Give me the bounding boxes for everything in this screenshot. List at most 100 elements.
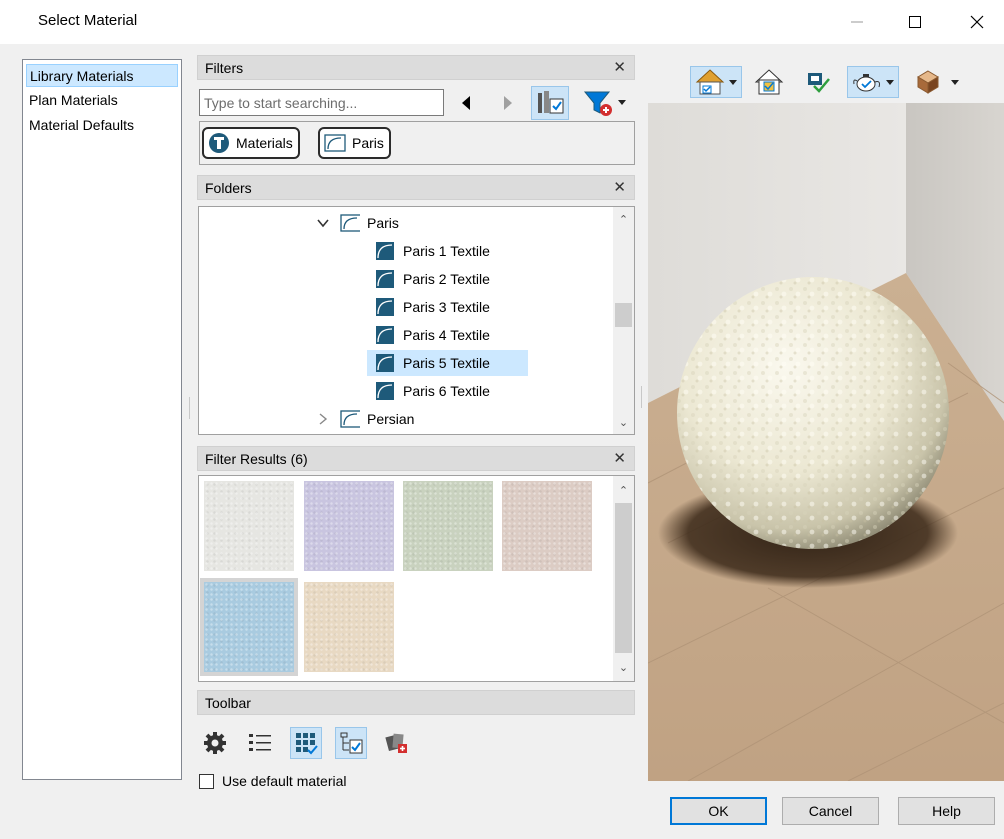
filters-header: Filters ✕	[197, 55, 635, 80]
scroll-up-icon[interactable]: ⌃	[613, 481, 634, 499]
tree-item-paris-1-textile[interactable]: Paris 1 Textile	[373, 238, 493, 264]
catalog-icon	[209, 133, 229, 153]
cancel-button[interactable]: Cancel	[782, 797, 879, 825]
tree-item-paris-3-textile[interactable]: Paris 3 Textile	[373, 294, 493, 320]
filters-title: Filters	[205, 60, 244, 76]
left-item-library-materials[interactable]: Library Materials	[26, 64, 178, 87]
tree-item-paris[interactable]: Paris	[316, 210, 399, 236]
tree-item-label: Paris 2 Textile	[403, 271, 490, 287]
preview-shape-dropdown[interactable]	[912, 66, 964, 98]
close-window-button[interactable]	[954, 0, 1000, 44]
tree-view-icon	[340, 732, 363, 754]
ok-button[interactable]: OK	[670, 797, 767, 825]
material-swatch-paris-5[interactable]	[204, 582, 294, 672]
material-icon	[376, 242, 394, 260]
filter-chip-paris[interactable]: Paris	[318, 127, 391, 159]
tree-item-paris-5-textile[interactable]: Paris 5 Textile	[367, 350, 528, 376]
scroll-down-icon[interactable]: ⌄	[613, 658, 634, 676]
arrow-right-icon	[504, 96, 512, 110]
tree-item-paris-6-textile[interactable]: Paris 6 Textile	[373, 378, 493, 404]
filter-results-title: Filter Results (6)	[205, 451, 308, 467]
material-source-list[interactable]: Library Materials Plan Materials Materia…	[22, 59, 182, 780]
material-icon	[376, 354, 394, 372]
scroll-up-icon[interactable]: ⌃	[613, 210, 634, 228]
tree-item-label: Paris 1 Textile	[403, 243, 490, 259]
window-title: Select Material	[38, 12, 138, 29]
use-default-material-label: Use default material	[222, 773, 347, 789]
add-material-button[interactable]	[381, 727, 413, 759]
scroll-down-icon[interactable]: ⌄	[613, 413, 634, 431]
thumbnail-view-button[interactable]	[290, 727, 322, 759]
folders-scrollbar[interactable]: ⌃ ⌄	[613, 207, 634, 434]
material-preview-render[interactable]	[648, 103, 1004, 781]
material-icon	[376, 382, 394, 400]
material-swatch-paris-6[interactable]	[304, 582, 394, 672]
left-item-material-defaults[interactable]: Material Defaults	[26, 114, 137, 137]
material-swatch-paris-1[interactable]	[204, 481, 294, 571]
teapot-icon	[853, 74, 880, 92]
toolbar-header: Toolbar	[197, 690, 635, 715]
toolbar-title: Toolbar	[205, 695, 251, 711]
search-input[interactable]	[199, 89, 444, 116]
thumbnail-view-icon	[296, 733, 318, 755]
house-render-icon	[754, 69, 784, 95]
tree-item-persian[interactable]: Persian	[316, 406, 414, 432]
settings-gear-icon	[204, 732, 226, 754]
add-material-icon	[385, 733, 407, 753]
filter-chip-label: Materials	[236, 135, 293, 151]
minimize-button[interactable]	[834, 0, 880, 44]
tree-item-paris-2-textile[interactable]: Paris 2 Textile	[373, 266, 493, 292]
arrow-left-icon	[462, 96, 470, 110]
dropdown-arrow-icon	[951, 79, 959, 85]
add-filter-dropdown[interactable]	[582, 88, 628, 118]
scroll-thumb[interactable]	[615, 503, 632, 653]
preview-scene	[648, 103, 1004, 781]
apply-material-button[interactable]	[804, 66, 834, 98]
close-icon	[970, 15, 984, 29]
folder-icon	[324, 134, 346, 152]
folders-close-icon[interactable]: ✕	[613, 178, 626, 196]
minimize-icon	[851, 21, 863, 23]
house-view-icon	[695, 69, 725, 95]
cube-icon	[917, 70, 939, 94]
right-splitter-handle[interactable]	[640, 386, 644, 408]
chevron-down-icon	[317, 219, 329, 228]
filter-results-close-icon[interactable]: ✕	[613, 449, 626, 467]
maximize-icon	[909, 16, 921, 28]
active-filters-box: Materials Paris	[199, 121, 635, 165]
maximize-button[interactable]	[892, 0, 938, 44]
teapot-view-dropdown[interactable]	[847, 66, 899, 98]
list-view-icon	[249, 734, 271, 751]
list-view-button[interactable]	[244, 727, 276, 759]
filter-chip-materials[interactable]: Materials	[202, 127, 300, 159]
dropdown-arrow-icon	[729, 79, 737, 85]
tree-item-paris-4-textile[interactable]: Paris 4 Textile	[373, 322, 493, 348]
settings-button[interactable]	[199, 727, 231, 759]
scroll-thumb[interactable]	[615, 303, 632, 327]
folders-title: Folders	[205, 180, 252, 196]
tree-item-label: Paris	[367, 215, 399, 231]
use-default-material-checkbox[interactable]	[199, 774, 214, 789]
folders-tree[interactable]: Paris Paris 1 Textile Paris 2 Textile Pa…	[198, 206, 635, 435]
tree-item-label: Persian	[367, 411, 415, 427]
dropdown-arrow-icon	[886, 79, 894, 85]
filters-close-icon[interactable]: ✕	[613, 58, 626, 76]
material-icon	[376, 326, 394, 344]
material-swatch-paris-2[interactable]	[304, 481, 394, 571]
help-button[interactable]: Help	[898, 797, 995, 825]
forward-button[interactable]	[496, 92, 518, 114]
view-mode-dropdown[interactable]	[690, 66, 742, 98]
render-view-button[interactable]	[752, 66, 786, 98]
left-splitter-handle[interactable]	[188, 397, 192, 419]
back-button[interactable]	[456, 92, 478, 114]
filter-settings-button[interactable]	[531, 86, 569, 120]
tree-view-button[interactable]	[335, 727, 367, 759]
material-swatch-paris-3[interactable]	[403, 481, 493, 571]
left-item-plan-materials[interactable]: Plan Materials	[26, 89, 121, 112]
material-swatch-paris-4[interactable]	[502, 481, 592, 571]
folder-icon	[340, 410, 360, 428]
filter-options-icon	[538, 91, 564, 114]
tree-item-label: Paris 5 Textile	[403, 355, 490, 371]
results-scrollbar[interactable]: ⌃ ⌄	[613, 476, 634, 681]
chevron-right-icon	[319, 413, 328, 425]
